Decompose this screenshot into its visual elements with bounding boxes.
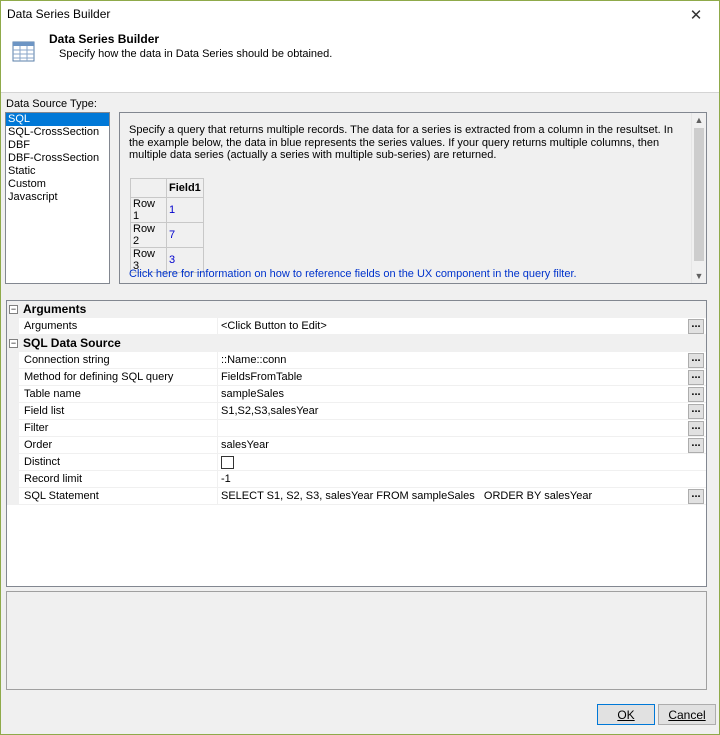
collapse-icon[interactable]: − — [9, 339, 18, 348]
property-name: Connection string — [19, 352, 218, 369]
property-row-field-list[interactable]: Field list S1,S2,S3,salesYear ... — [7, 403, 706, 420]
property-value-text: salesYear — [221, 439, 269, 451]
property-value[interactable]: SELECT S1, S2, S3, salesYear FROM sample… — [218, 488, 706, 505]
property-value[interactable]: <Click Button to Edit> ... — [218, 318, 706, 335]
list-item-custom[interactable]: Custom — [6, 178, 109, 191]
property-value[interactable]: ... — [218, 420, 706, 437]
table-grid-icon — [12, 41, 35, 62]
property-value[interactable]: -1 — [218, 471, 706, 488]
list-item-sql[interactable]: SQL — [6, 113, 109, 126]
property-row-connection-string[interactable]: Connection string ::Name::conn ... — [7, 352, 706, 369]
help-link[interactable]: Click here for information on how to ref… — [129, 268, 577, 280]
description-text: Specify a query that returns multiple re… — [129, 124, 673, 161]
property-name: Arguments — [19, 318, 218, 335]
property-value[interactable]: salesYear ... — [218, 437, 706, 454]
ok-button-label: OK — [617, 707, 635, 722]
sample-table-header: Field1 — [166, 178, 204, 198]
property-row-table-name[interactable]: Table name sampleSales ... — [7, 386, 706, 403]
table-row: Row 1 1 — [130, 197, 204, 223]
category-label: SQL Data Source — [23, 336, 121, 350]
property-row-sql-statement[interactable]: SQL Statement SELECT S1, S2, S3, salesYe… — [7, 488, 706, 505]
ellipsis-button[interactable]: ... — [688, 438, 704, 453]
list-item-static[interactable]: Static — [6, 165, 109, 178]
property-value-text: FieldsFromTable — [221, 371, 303, 383]
property-value-text: ::Name::conn — [221, 354, 287, 366]
data-source-type-list[interactable]: SQL SQL-CrossSection DBF DBF-CrossSectio… — [5, 112, 110, 284]
sample-row-label: Row 2 — [130, 222, 167, 248]
description-panel: Specify a query that returns multiple re… — [119, 112, 707, 284]
distinct-checkbox[interactable] — [221, 456, 234, 469]
property-row-order[interactable]: Order salesYear ... — [7, 437, 706, 454]
property-value[interactable]: S1,S2,S3,salesYear ... — [218, 403, 706, 420]
sample-table: Field1 Row 1 1 Row 2 7 Row 3 3 — [130, 178, 204, 273]
property-name: Distinct — [19, 454, 218, 471]
property-name: Record limit — [19, 471, 218, 488]
property-row-method[interactable]: Method for defining SQL query FieldsFrom… — [7, 369, 706, 386]
sample-row-value: 1 — [166, 197, 204, 223]
property-row-distinct[interactable]: Distinct — [7, 454, 706, 471]
ellipsis-button[interactable]: ... — [688, 489, 704, 504]
table-row: Row 2 7 — [130, 222, 204, 248]
header-subtitle: Specify how the data in Data Series shou… — [59, 48, 333, 60]
window-title: Data Series Builder — [7, 7, 111, 21]
list-item-javascript[interactable]: Javascript — [6, 191, 109, 204]
property-name: Field list — [19, 403, 218, 420]
property-value-text: sampleSales — [221, 388, 284, 400]
scroll-thumb[interactable] — [694, 128, 704, 261]
ellipsis-button[interactable]: ... — [688, 387, 704, 402]
ellipsis-button[interactable]: ... — [688, 319, 704, 334]
property-value-text: S1,S2,S3,salesYear — [221, 405, 319, 417]
cancel-button[interactable]: Cancel — [658, 704, 716, 725]
sample-row-label: Row 1 — [130, 197, 167, 223]
property-row-arguments[interactable]: Arguments <Click Button to Edit> ... — [7, 318, 706, 335]
list-item-sql-crosssection[interactable]: SQL-CrossSection — [6, 126, 109, 139]
dialog-window: Data Series Builder ✕ Data Series Builde… — [0, 0, 720, 735]
property-name: SQL Statement — [19, 488, 218, 505]
property-name: Order — [19, 437, 218, 454]
description-content: Specify a query that returns multiple re… — [120, 113, 692, 283]
property-value[interactable]: ::Name::conn ... — [218, 352, 706, 369]
description-scrollbar[interactable]: ▲ ▼ — [691, 113, 706, 283]
close-button[interactable]: ✕ — [673, 1, 719, 29]
property-value[interactable]: sampleSales ... — [218, 386, 706, 403]
data-source-type-label: Data Source Type: — [6, 98, 97, 110]
title-bar: Data Series Builder ✕ — [1, 1, 719, 29]
ellipsis-button[interactable]: ... — [688, 421, 704, 436]
ellipsis-button[interactable]: ... — [688, 370, 704, 385]
collapse-icon[interactable]: − — [9, 305, 18, 314]
property-row-record-limit[interactable]: Record limit -1 — [7, 471, 706, 488]
property-name: Table name — [19, 386, 218, 403]
header-title: Data Series Builder — [49, 32, 160, 46]
cancel-button-label: Cancel — [668, 707, 706, 722]
property-value[interactable]: FieldsFromTable ... — [218, 369, 706, 386]
property-value-text: SELECT S1, S2, S3, salesYear FROM sample… — [221, 490, 593, 502]
category-arguments[interactable]: − Arguments — [7, 301, 706, 318]
list-item-dbf-crosssection[interactable]: DBF-CrossSection — [6, 152, 109, 165]
property-value-text: <Click Button to Edit> — [221, 320, 327, 332]
scroll-down-icon[interactable]: ▼ — [692, 269, 706, 283]
property-value-text: -1 — [221, 473, 231, 485]
property-help-panel — [6, 591, 707, 690]
property-grid: − Arguments Arguments <Click Button to E… — [6, 300, 707, 587]
property-name: Filter — [19, 420, 218, 437]
ellipsis-button[interactable]: ... — [688, 353, 704, 368]
ellipsis-button[interactable]: ... — [688, 404, 704, 419]
dialog-header: Data Series Builder Specify how the data… — [1, 29, 719, 93]
property-row-filter[interactable]: Filter ... — [7, 420, 706, 437]
sample-table-corner — [130, 178, 167, 198]
property-name: Method for defining SQL query — [19, 369, 218, 386]
ok-button[interactable]: OK — [597, 704, 655, 725]
scroll-up-icon[interactable]: ▲ — [692, 113, 706, 127]
category-label: Arguments — [23, 302, 87, 316]
list-item-dbf[interactable]: DBF — [6, 139, 109, 152]
property-value[interactable] — [218, 454, 706, 471]
category-sql-data-source[interactable]: − SQL Data Source — [7, 335, 706, 352]
sample-row-value: 7 — [166, 222, 204, 248]
